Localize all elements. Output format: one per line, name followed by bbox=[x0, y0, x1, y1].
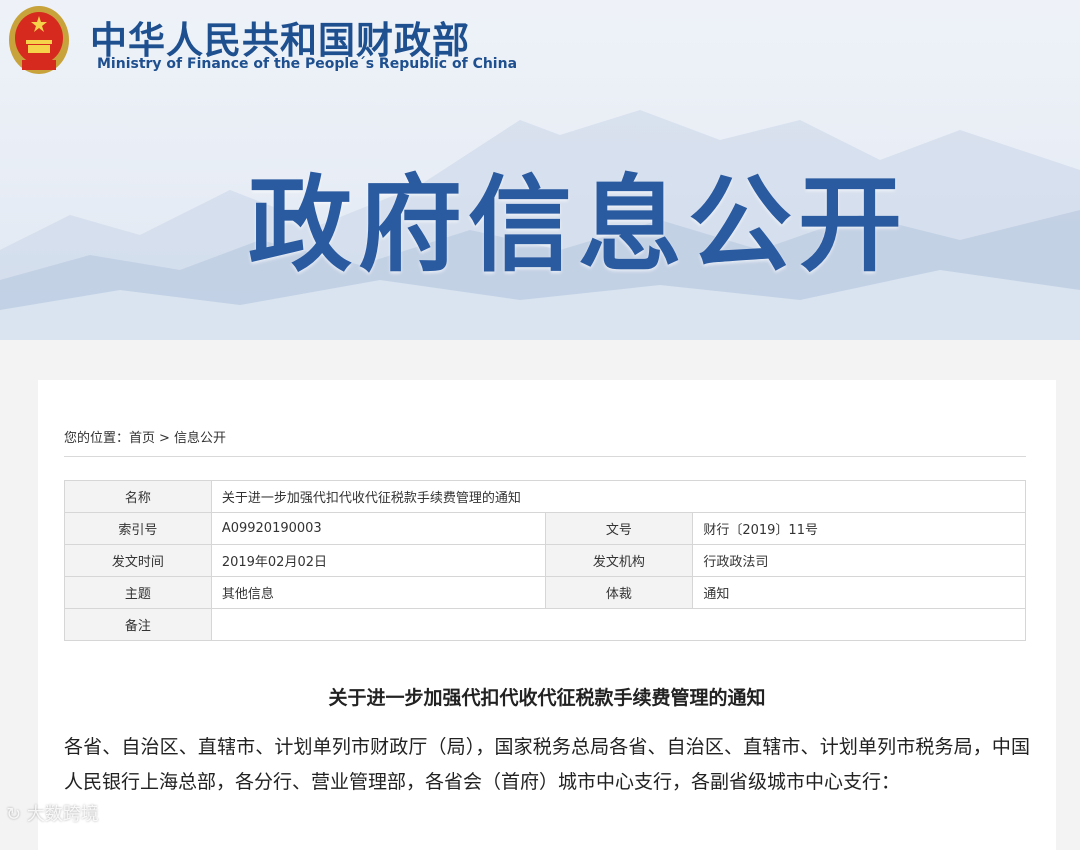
table-row: 发文时间 2019年02月02日 发文机构 行政政法司 bbox=[64, 544, 1026, 577]
banner-title: 政府信息公开 bbox=[248, 164, 909, 286]
table-row: 备注 bbox=[64, 608, 1027, 641]
issuer-value: 行政政法司 bbox=[692, 544, 1026, 577]
genre-label: 体裁 bbox=[544, 576, 694, 609]
date-value: 2019年02月02日 bbox=[210, 544, 546, 577]
index-label: 索引号 bbox=[64, 512, 212, 545]
topic-label: 主题 bbox=[64, 576, 212, 609]
docno-value: 财行〔2019〕11号 bbox=[692, 512, 1026, 545]
breadcrumb-home-link[interactable]: 首页 bbox=[129, 431, 155, 446]
index-value: A09920190003 bbox=[210, 512, 546, 545]
table-row: 名称 关于进一步加强代扣代收代征税款手续费管理的通知 bbox=[64, 480, 1027, 513]
docno-label: 文号 bbox=[544, 512, 694, 545]
table-row: 索引号 A09920190003 文号 财行〔2019〕11号 bbox=[64, 512, 1026, 545]
issuer-label: 发文机构 bbox=[544, 544, 694, 577]
header-banner: 中华人民共和国财政部 Ministry of Finance of the Pe… bbox=[0, 0, 1080, 340]
remark-value bbox=[210, 608, 1027, 641]
breadcrumb-prefix: 您的位置： bbox=[64, 431, 130, 446]
remark-label: 备注 bbox=[64, 608, 212, 641]
breadcrumb-divider bbox=[64, 456, 1026, 457]
date-label: 发文时间 bbox=[64, 544, 212, 577]
watermark-text: 大数跨境 bbox=[26, 804, 99, 825]
document-title: 关于进一步加强代扣代收代征税款手续费管理的通知 bbox=[328, 687, 766, 709]
content-panel: 您的位置：首页 > 信息公开 名称 关于进一步加强代扣代收代征税款手续费管理的通知 … bbox=[38, 380, 1056, 850]
site-name-en[interactable]: Ministry of Finance of the People´s Repu… bbox=[97, 56, 517, 72]
topic-value: 其他信息 bbox=[210, 576, 546, 609]
watermark-icon: ↻ bbox=[6, 804, 27, 825]
document-body: 各省、自治区、直辖市、计划单列市财政厅（局），国家税务总局各省、自治区、直辖市、… bbox=[64, 736, 1030, 793]
genre-value: 通知 bbox=[692, 576, 1026, 609]
name-value: 关于进一步加强代扣代收代征税款手续费管理的通知 bbox=[210, 480, 1027, 513]
name-label: 名称 bbox=[64, 480, 212, 513]
table-row: 主题 其他信息 体裁 通知 bbox=[64, 576, 1026, 609]
breadcrumb: 您的位置：首页 > 信息公开 bbox=[64, 427, 226, 446]
breadcrumb-current-link[interactable]: 信息公开 bbox=[174, 431, 226, 446]
watermark: ↻ 大数跨境 bbox=[6, 800, 99, 826]
breadcrumb-separator: > bbox=[159, 431, 170, 446]
document-metadata-table: 名称 关于进一步加强代扣代收代征税款手续费管理的通知 索引号 A09920190… bbox=[64, 480, 1027, 641]
national-emblem-icon bbox=[9, 6, 69, 74]
